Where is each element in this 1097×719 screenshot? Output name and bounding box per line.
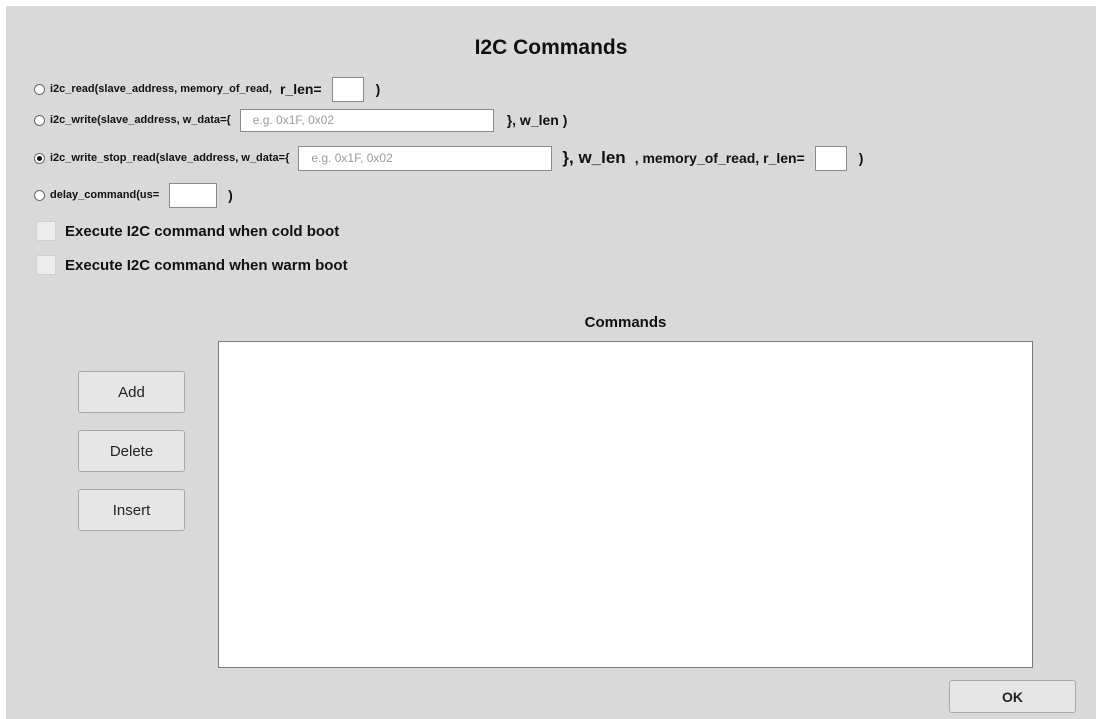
warm-boot-label: Execute I2C command when warm boot	[65, 256, 348, 274]
i2c-read-rlen-label: r_len=	[279, 81, 322, 97]
i2c-write-wdata-input[interactable]	[239, 108, 494, 132]
i2c-write-stop-read-rest-label: , memory_of_read, r_len=	[634, 150, 805, 166]
i2c-write-radio[interactable]	[34, 114, 45, 126]
option-i2c-write[interactable]: i2c_write(slave_address, w_data={ }, w_l…	[34, 108, 567, 132]
option-i2c-write-stop-read[interactable]: i2c_write_stop_read(slave_address, w_dat…	[34, 145, 864, 171]
insert-button[interactable]: Insert	[78, 489, 185, 531]
dialog-title: I2C Commands	[474, 36, 628, 59]
commands-heading: Commands	[584, 314, 667, 331]
i2c-read-label: i2c_read(slave_address, memory_of_read,	[50, 83, 272, 95]
i2c-read-rlen-input[interactable]	[331, 76, 364, 102]
i2c-write-stop-read-wdata-input[interactable]	[298, 145, 553, 171]
option-delay-command[interactable]: delay_command(us= )	[34, 182, 233, 208]
i2c-write-stop-read-radio[interactable]	[34, 152, 45, 164]
warm-boot-option[interactable]: Execute I2C command when warm boot	[36, 254, 348, 276]
delete-button[interactable]: Delete	[78, 430, 185, 472]
i2c-commands-dialog: I2C Commands i2c_read(slave_address, mem…	[6, 6, 1096, 719]
add-button[interactable]: Add	[78, 371, 185, 413]
cold-boot-checkbox[interactable]	[36, 221, 56, 241]
ok-button[interactable]: OK	[949, 680, 1076, 713]
delay-command-us-input[interactable]	[169, 182, 218, 208]
delay-command-label: delay_command(us=	[50, 189, 160, 201]
i2c-write-stop-read-label: i2c_write_stop_read(slave_address, w_dat…	[50, 152, 290, 164]
i2c-write-wlen-label: }, w_len )	[506, 112, 568, 128]
i2c-read-radio[interactable]	[34, 83, 45, 95]
warm-boot-checkbox[interactable]	[36, 255, 56, 275]
commands-list[interactable]	[218, 341, 1033, 668]
cold-boot-option[interactable]: Execute I2C command when cold boot	[36, 220, 339, 242]
cold-boot-label: Execute I2C command when cold boot	[65, 222, 340, 240]
i2c-write-stop-read-rlen-input[interactable]	[814, 145, 847, 171]
option-i2c-read[interactable]: i2c_read(slave_address, memory_of_read, …	[34, 76, 381, 102]
delay-command-radio[interactable]	[34, 189, 45, 201]
i2c-write-stop-read-wlen-label: }, w_len	[562, 148, 626, 167]
i2c-read-close-label: )	[375, 81, 381, 97]
i2c-write-stop-read-close-label: )	[858, 150, 864, 166]
i2c-write-label: i2c_write(slave_address, w_data={	[50, 114, 231, 126]
delay-command-close-label: )	[228, 187, 233, 203]
